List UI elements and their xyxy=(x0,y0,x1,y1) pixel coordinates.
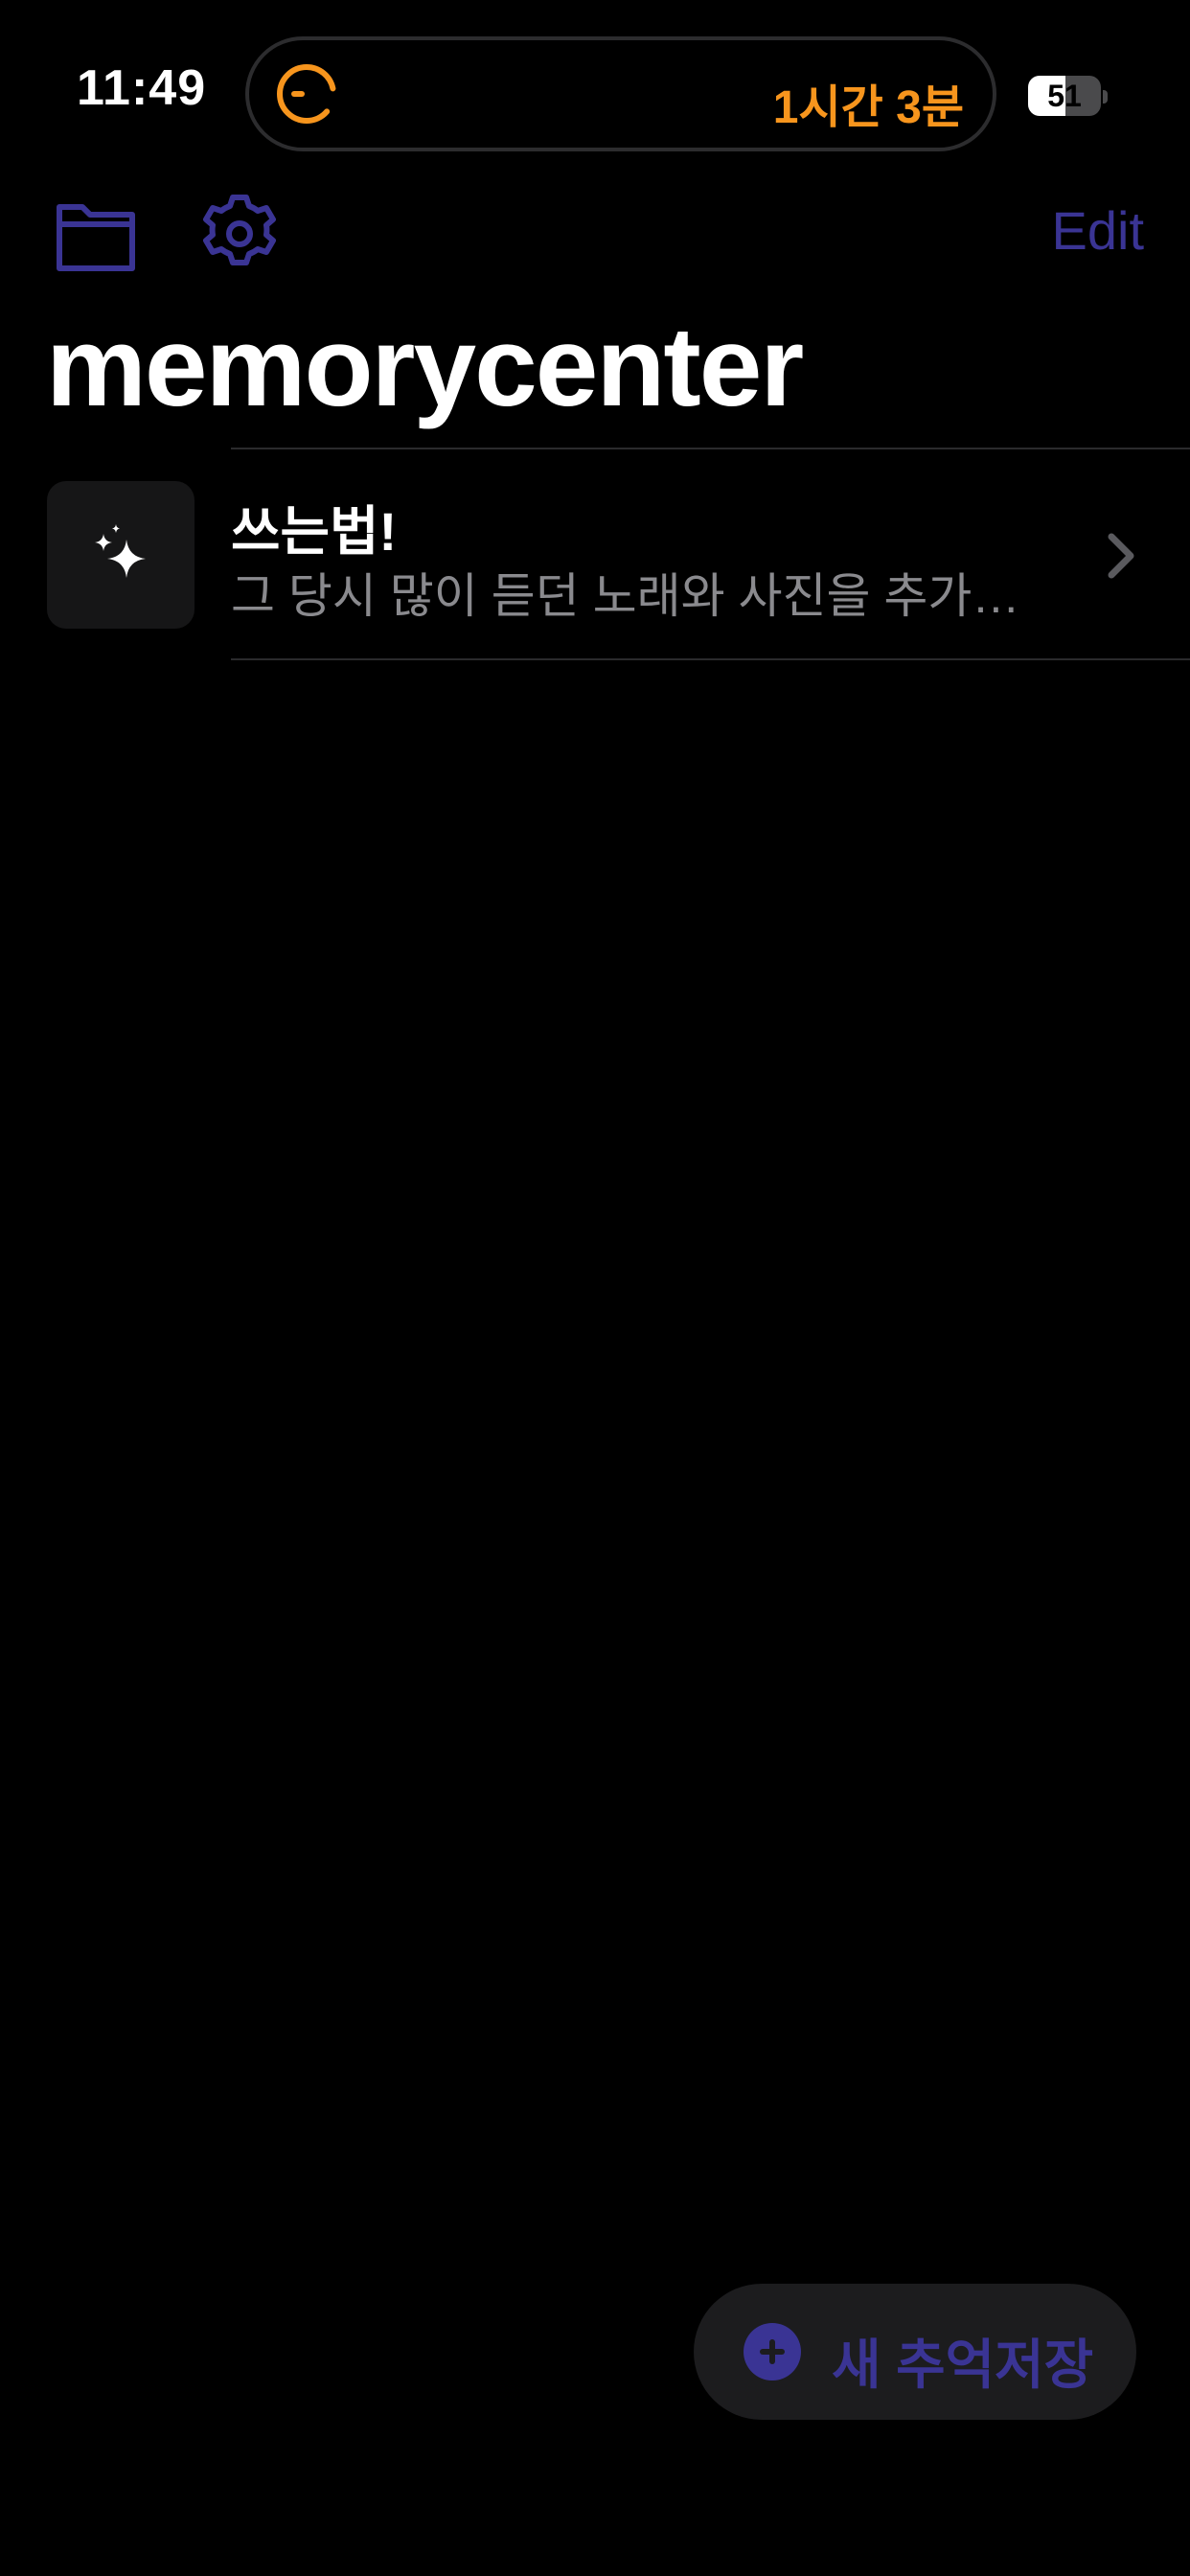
new-memory-label: 새 추억저장 xyxy=(832,2334,1094,2395)
gear-icon xyxy=(203,195,276,265)
item-subtitle: 그 당시 많이 듣던 노래와 사진을 추가해... xyxy=(231,569,1045,623)
folder-button[interactable] xyxy=(54,197,138,274)
plus-circle-icon xyxy=(744,2323,801,2380)
battery-level: 51 xyxy=(1047,79,1082,113)
status-bar: 11:49 1시간 3분 51 xyxy=(0,0,1190,182)
list-item[interactable]: 쓰는법! 그 당시 많이 듣던 노래와 사진을 추가해... xyxy=(0,450,1190,659)
status-time: 11:49 xyxy=(77,60,207,116)
list-divider-bottom xyxy=(231,658,1190,660)
battery-cap xyxy=(1103,90,1108,104)
new-memory-button[interactable]: 새 추억저장 xyxy=(694,2284,1136,2420)
folder-icon xyxy=(57,204,135,271)
timer-ring-icon xyxy=(277,64,336,124)
battery-icon: 51 xyxy=(1028,76,1101,116)
list-divider-top xyxy=(231,448,1190,449)
toolbar: Edit xyxy=(0,182,1190,288)
timer-remaining: 1시간 3분 xyxy=(772,82,964,133)
edit-button[interactable]: Edit xyxy=(1052,199,1145,262)
item-thumbnail xyxy=(47,481,195,629)
page-title: memorycenter xyxy=(46,304,804,430)
chevron-right-icon xyxy=(1108,533,1134,579)
item-title: 쓰는법! xyxy=(231,501,398,562)
dynamic-island-timer[interactable]: 1시간 3분 xyxy=(245,36,996,151)
sparkles-icon xyxy=(95,524,146,578)
settings-button[interactable] xyxy=(197,192,282,276)
